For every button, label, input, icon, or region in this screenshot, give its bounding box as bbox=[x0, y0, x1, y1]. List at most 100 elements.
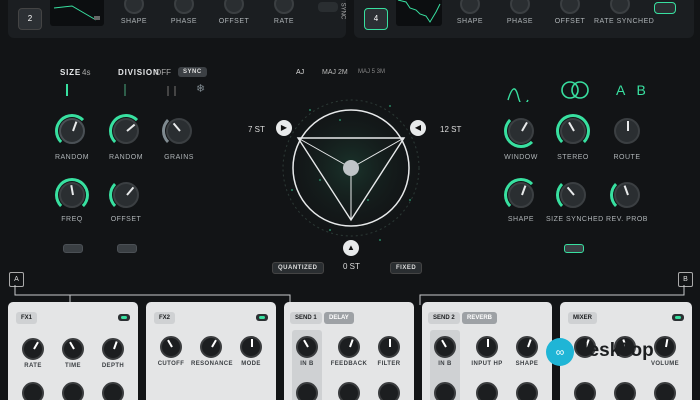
lfo-offset-label: OFFSET bbox=[554, 18, 586, 25]
division-slider[interactable] bbox=[124, 84, 126, 96]
lfo-waveform-display[interactable] bbox=[396, 0, 442, 26]
mixer-power-toggle[interactable] bbox=[672, 314, 684, 321]
lfo-sync-toggle[interactable] bbox=[318, 2, 338, 12]
fx1-depth-knob[interactable] bbox=[102, 338, 124, 360]
lfo-sync-toggle[interactable] bbox=[654, 2, 676, 14]
pitch-right-handle[interactable]: ◀ bbox=[410, 120, 426, 136]
pitch-left-handle[interactable]: ▶ bbox=[276, 120, 292, 136]
rev-prob-knob[interactable] bbox=[610, 178, 640, 212]
lfo-offset-knob[interactable] bbox=[224, 0, 244, 14]
send2-knob-row2-2[interactable] bbox=[476, 382, 498, 400]
lfo-rate-synched-knob[interactable] bbox=[610, 0, 630, 14]
freq-knob[interactable] bbox=[55, 178, 89, 212]
stereo-rings-icon[interactable] bbox=[560, 80, 590, 100]
send2-type[interactable]: REVERB bbox=[462, 312, 498, 324]
lfo-shape-knob[interactable] bbox=[124, 0, 144, 14]
division-label: DIVISION bbox=[118, 68, 160, 77]
lfo-sync-label: SYNC bbox=[339, 2, 346, 20]
pitch-left-label: 7 ST bbox=[248, 125, 265, 134]
lfo-phase-label: PHASE bbox=[170, 18, 198, 25]
size-value[interactable]: 4s bbox=[82, 68, 90, 77]
send1-knob-row2-2[interactable] bbox=[338, 382, 360, 400]
lfo-rate-synched-label: RATE SYNCHED bbox=[594, 18, 655, 25]
route-label: ROUTE bbox=[613, 154, 641, 161]
lfo-phase-knob[interactable] bbox=[510, 0, 530, 14]
freq-mod-button[interactable] bbox=[63, 244, 83, 253]
offset-knob[interactable] bbox=[109, 178, 139, 212]
fx2-power-toggle[interactable] bbox=[256, 314, 268, 321]
route-letters[interactable]: A B bbox=[616, 82, 650, 98]
send2-inb-knob[interactable] bbox=[434, 336, 456, 358]
fx2-resonance-knob[interactable] bbox=[200, 336, 222, 358]
send1-type[interactable]: DELAY bbox=[324, 312, 354, 324]
window-curve-icon[interactable] bbox=[506, 78, 530, 106]
fx2-cutoff-knob[interactable] bbox=[160, 336, 182, 358]
shape-label: SHAPE bbox=[507, 216, 535, 223]
lfo-phase-knob[interactable] bbox=[174, 0, 194, 14]
send1-filter-label: FILTER bbox=[377, 361, 401, 367]
lfo-shape-knob[interactable] bbox=[460, 0, 480, 14]
fx1-knob-row2-3[interactable] bbox=[102, 382, 124, 400]
fx1-power-toggle[interactable] bbox=[118, 314, 130, 321]
route-knob[interactable] bbox=[614, 118, 640, 144]
chord-label-1[interactable]: AJ bbox=[296, 69, 304, 76]
size-synched-knob[interactable] bbox=[556, 178, 586, 212]
send2-shape-label: SHAPE bbox=[515, 361, 539, 367]
send2-knob-row2-1[interactable] bbox=[434, 382, 456, 400]
size-synched-button[interactable] bbox=[564, 244, 584, 253]
offset-mod-button[interactable] bbox=[117, 244, 137, 253]
send2-title: SEND 2 bbox=[428, 312, 460, 324]
send2-knob-row2-3[interactable] bbox=[516, 382, 538, 400]
random-label-1: RANDOM bbox=[54, 154, 90, 161]
freeze-icon[interactable]: ❄ bbox=[196, 82, 205, 95]
mixer-knob-row2-3[interactable] bbox=[654, 382, 676, 400]
lfo-offset-knob[interactable] bbox=[560, 0, 580, 14]
pitch-bottom-handle[interactable]: ▲ bbox=[343, 240, 359, 256]
quantized-button[interactable]: QUANTIZED bbox=[272, 262, 324, 274]
sync-button[interactable]: SYNC bbox=[178, 67, 207, 77]
lfo-panel-right: 4 SHAPE PHASE OFFSET RATE SYNCHED bbox=[354, 0, 694, 38]
grains-label: GRAINS bbox=[164, 154, 194, 161]
mixer-knob-row2-2[interactable] bbox=[614, 382, 636, 400]
send1-feedback-knob[interactable] bbox=[338, 336, 360, 358]
lfo-rate-label: RATE bbox=[273, 18, 295, 25]
grains-knob[interactable] bbox=[162, 114, 192, 148]
lfo-number-button[interactable]: 4 bbox=[364, 8, 388, 30]
fx2-panel: FX2 CUTOFF RESONANCE MODE bbox=[146, 302, 276, 400]
lfo-panel-left: 2 SHAPE PHASE OFFSET RATE SYNC bbox=[8, 0, 346, 38]
fx1-depth-label: DEPTH bbox=[101, 363, 125, 369]
send2-shape-knob[interactable] bbox=[516, 336, 538, 358]
division-value[interactable]: OFF bbox=[155, 68, 171, 77]
send1-inb-knob[interactable] bbox=[296, 336, 318, 358]
send2-inputhp-knob[interactable] bbox=[476, 336, 498, 358]
mixer-knob-row2-1[interactable] bbox=[574, 382, 596, 400]
pitch-bottom-label: 0 ST bbox=[343, 262, 360, 271]
lfo-waveform-display[interactable] bbox=[50, 0, 104, 26]
window-knob[interactable] bbox=[504, 114, 538, 148]
watermark-circle-icon: ∞ bbox=[546, 338, 574, 366]
random-knob-1[interactable] bbox=[55, 114, 89, 148]
size-slider[interactable] bbox=[66, 84, 68, 96]
lfo-number-button[interactable]: 2 bbox=[18, 8, 42, 30]
fx1-knob-row2-2[interactable] bbox=[62, 382, 84, 400]
fx1-panel: FX1 RATE TIME DEPTH bbox=[8, 302, 138, 400]
send1-knob-row2-3[interactable] bbox=[378, 382, 400, 400]
chord-label-2[interactable]: MAJ 2M bbox=[322, 69, 348, 76]
fx1-knob-row2-1[interactable] bbox=[22, 382, 44, 400]
send1-filter-knob[interactable] bbox=[378, 336, 400, 358]
fx1-rate-label: RATE bbox=[24, 363, 42, 369]
fx1-rate-knob[interactable] bbox=[22, 338, 44, 360]
lfo-waveform-icon bbox=[53, 5, 100, 21]
send1-knob-row2-1[interactable] bbox=[296, 382, 318, 400]
fx1-time-knob[interactable] bbox=[62, 338, 84, 360]
send2-panel: SEND 2 REVERB IN B INPUT HP SHAPE bbox=[422, 302, 552, 400]
chord-label-3[interactable]: MAJ 5 3M bbox=[358, 69, 385, 75]
window-label: WINDOW bbox=[504, 154, 538, 161]
lfo-rate-knob[interactable] bbox=[274, 0, 294, 14]
fixed-button[interactable]: FIXED bbox=[390, 262, 423, 274]
fx2-mode-knob[interactable] bbox=[240, 336, 262, 358]
stereo-knob[interactable] bbox=[556, 114, 590, 148]
shape-knob[interactable] bbox=[504, 178, 538, 212]
lfo-shape-label: SHAPE bbox=[120, 18, 148, 25]
random-knob-2[interactable] bbox=[109, 114, 143, 148]
